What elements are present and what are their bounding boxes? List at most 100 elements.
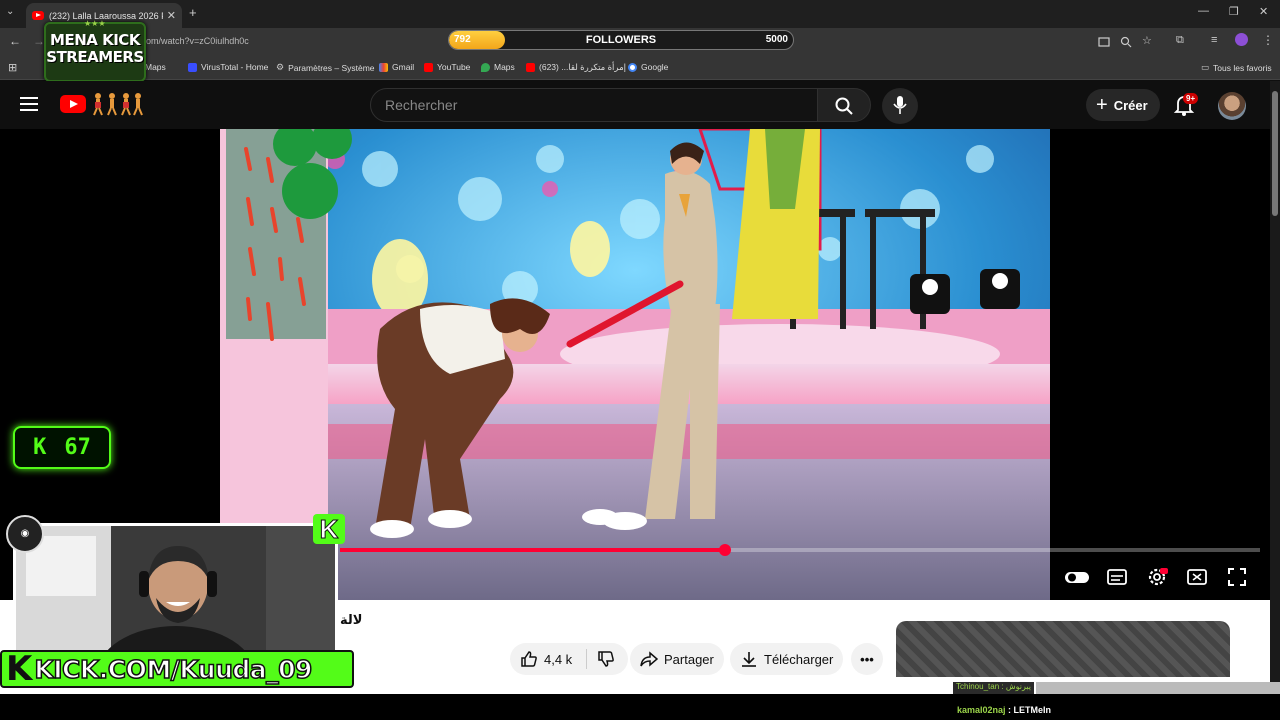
kick-k-icon: K bbox=[6, 649, 33, 689]
cast-icon[interactable] bbox=[1098, 36, 1110, 48]
bookmark-label: Maps bbox=[494, 62, 515, 72]
mena-kick-streamers-logo: ★★★ MENA KICK STREAMERS bbox=[44, 19, 146, 82]
chat-message-1: Tchinou_tan : يبرنوش bbox=[953, 682, 1034, 694]
menu-dots-icon[interactable]: ⋮ bbox=[1262, 33, 1274, 47]
url-text: om/watch?v=zC0iulhdh0c bbox=[146, 36, 249, 46]
webcam-image bbox=[16, 526, 335, 657]
miniplayer-icon[interactable] bbox=[1186, 566, 1208, 588]
minimize-icon[interactable]: — bbox=[1198, 5, 1209, 17]
bookmark-maps-2[interactable]: Maps bbox=[481, 62, 515, 72]
account-avatar[interactable] bbox=[1218, 92, 1246, 120]
search-input[interactable]: Rechercher bbox=[370, 88, 818, 122]
virustotal-icon bbox=[188, 62, 197, 72]
notification-badge: 9+ bbox=[1183, 93, 1199, 104]
download-label: Télécharger bbox=[764, 651, 834, 667]
kick-viewer-count: 67 bbox=[64, 435, 91, 460]
sidebar-ad-thumbnail[interactable] bbox=[896, 621, 1230, 677]
scrollbar-thumb[interactable] bbox=[1272, 91, 1278, 216]
share-button[interactable]: Partager bbox=[630, 643, 724, 675]
logo-mark-icon: ◉ bbox=[20, 528, 30, 539]
like-dislike-group: 4,4 k bbox=[510, 643, 628, 675]
extensions-icon[interactable]: ⧉ bbox=[1176, 34, 1184, 47]
logo-line-1: MENA KICK bbox=[50, 31, 140, 49]
apps-grid-icon[interactable]: ⊞ bbox=[8, 61, 17, 74]
new-tab-icon[interactable]: + bbox=[189, 5, 197, 20]
autoplay-toggle-icon[interactable] bbox=[1064, 566, 1090, 588]
share-arrow-icon bbox=[640, 651, 658, 667]
google-icon bbox=[628, 62, 637, 72]
bookmark-label: إمرأة متكررة لقا... (623) bbox=[539, 62, 626, 72]
bookmarks-bar: ⊞ Maps VirusTotal - Home ⚙ Paramètres – S… bbox=[0, 56, 1280, 80]
video-progress-bar[interactable] bbox=[340, 544, 1260, 556]
tab-list-icon[interactable]: ⌄ bbox=[6, 6, 14, 17]
page-scrollbar[interactable] bbox=[1270, 81, 1280, 695]
settings-gear-icon[interactable] bbox=[1146, 566, 1168, 588]
create-label: Créer bbox=[1113, 97, 1148, 113]
chat-strip bbox=[0, 694, 1280, 720]
bookmark-settings[interactable]: ⚙ Paramètres – Système bbox=[276, 62, 375, 73]
logo-line-2: STREAMERS bbox=[46, 48, 144, 66]
folder-icon: ▭ bbox=[1201, 62, 1210, 72]
bookmark-star-icon[interactable]: ☆ bbox=[1142, 34, 1152, 47]
youtube-icon bbox=[424, 62, 433, 72]
browser-tab-bar: ⌄ (232) Lalla Laaroussa 2026 Prim ✕ + — … bbox=[0, 0, 1280, 28]
media-icon[interactable]: ≡ bbox=[1211, 34, 1217, 46]
more-dots-icon: ••• bbox=[860, 651, 874, 667]
search-button[interactable] bbox=[817, 88, 871, 122]
youtube-icon bbox=[526, 63, 535, 72]
back-icon[interactable]: ← bbox=[9, 34, 21, 48]
doodle-dancers-icon[interactable] bbox=[90, 92, 144, 116]
bookmark-youtube[interactable]: YouTube bbox=[424, 62, 470, 72]
all-bookmarks-label: Tous les favoris bbox=[1213, 62, 1272, 73]
progress-played bbox=[340, 548, 726, 552]
profile-icon[interactable] bbox=[1235, 33, 1248, 46]
chat-message-2: kamal02naj : LETMeIn bbox=[957, 705, 1051, 715]
share-label: Partager bbox=[664, 651, 714, 667]
download-button[interactable]: Télécharger bbox=[730, 643, 844, 675]
bookmark-label: YouTube bbox=[437, 62, 471, 72]
close-tab-icon[interactable]: ✕ bbox=[167, 9, 176, 22]
zoom-icon[interactable] bbox=[1120, 36, 1132, 48]
bookmark-maps[interactable]: Maps bbox=[145, 62, 166, 72]
followers-label: FOLLOWERS bbox=[585, 34, 657, 46]
all-bookmarks[interactable]: ▭ Tous les favoris bbox=[1201, 62, 1272, 73]
followers-goal-bar: 792 FOLLOWERS 5000 bbox=[448, 30, 794, 50]
chat-username: kamal02naj bbox=[957, 705, 1006, 715]
create-button[interactable]: + Créer bbox=[1086, 89, 1160, 121]
youtube-favicon-icon bbox=[32, 11, 44, 20]
like-divider bbox=[586, 649, 588, 669]
bookmark-label: Maps bbox=[145, 62, 166, 72]
maps-icon bbox=[481, 62, 490, 72]
right-black-panel bbox=[1050, 129, 1270, 600]
like-count[interactable]: 4,4 k bbox=[544, 652, 572, 667]
download-icon bbox=[742, 652, 756, 667]
hamburger-menu-icon[interactable] bbox=[20, 97, 38, 111]
subtitles-icon[interactable] bbox=[1106, 566, 1128, 588]
restore-icon[interactable]: ❐ bbox=[1229, 5, 1239, 18]
bookmark-label: VirusTotal - Home bbox=[201, 62, 269, 72]
kick-viewer-counter: K 67 bbox=[13, 426, 111, 469]
followers-goal: 5000 bbox=[765, 34, 788, 45]
fullscreen-icon[interactable] bbox=[1226, 566, 1248, 588]
tab-title: (232) Lalla Laaroussa 2026 Prim bbox=[49, 10, 163, 21]
dislike-icon[interactable] bbox=[597, 650, 615, 668]
bookmark-video[interactable]: إمرأة متكررة لقا... (623) bbox=[526, 62, 626, 73]
kick-k-icon: K bbox=[319, 514, 339, 545]
voice-search-button[interactable] bbox=[882, 88, 918, 124]
bookmark-virustotal[interactable]: VirusTotal - Home bbox=[188, 62, 268, 72]
chat-scrollbar[interactable] bbox=[1036, 682, 1280, 694]
kick-logo-badge: K bbox=[313, 514, 345, 545]
more-actions-button[interactable]: ••• bbox=[851, 643, 883, 675]
bookmark-google[interactable]: Google bbox=[628, 62, 668, 72]
bookmark-label: Google bbox=[641, 62, 669, 72]
stars-icon: ★★★ bbox=[84, 19, 106, 28]
like-icon[interactable] bbox=[520, 650, 538, 668]
microphone-icon bbox=[893, 96, 907, 114]
kick-channel-banner: K KICK.COM/Kuuda_09 bbox=[0, 649, 354, 689]
bookmark-gmail[interactable]: Gmail bbox=[379, 62, 414, 72]
close-window-icon[interactable]: ✕ bbox=[1259, 5, 1268, 18]
bookmark-label: Gmail bbox=[392, 62, 415, 72]
bookmark-label: Paramètres – Système bbox=[288, 62, 375, 73]
chat-text: : LETMeIn bbox=[1005, 705, 1052, 715]
youtube-logo-icon[interactable] bbox=[60, 95, 86, 113]
